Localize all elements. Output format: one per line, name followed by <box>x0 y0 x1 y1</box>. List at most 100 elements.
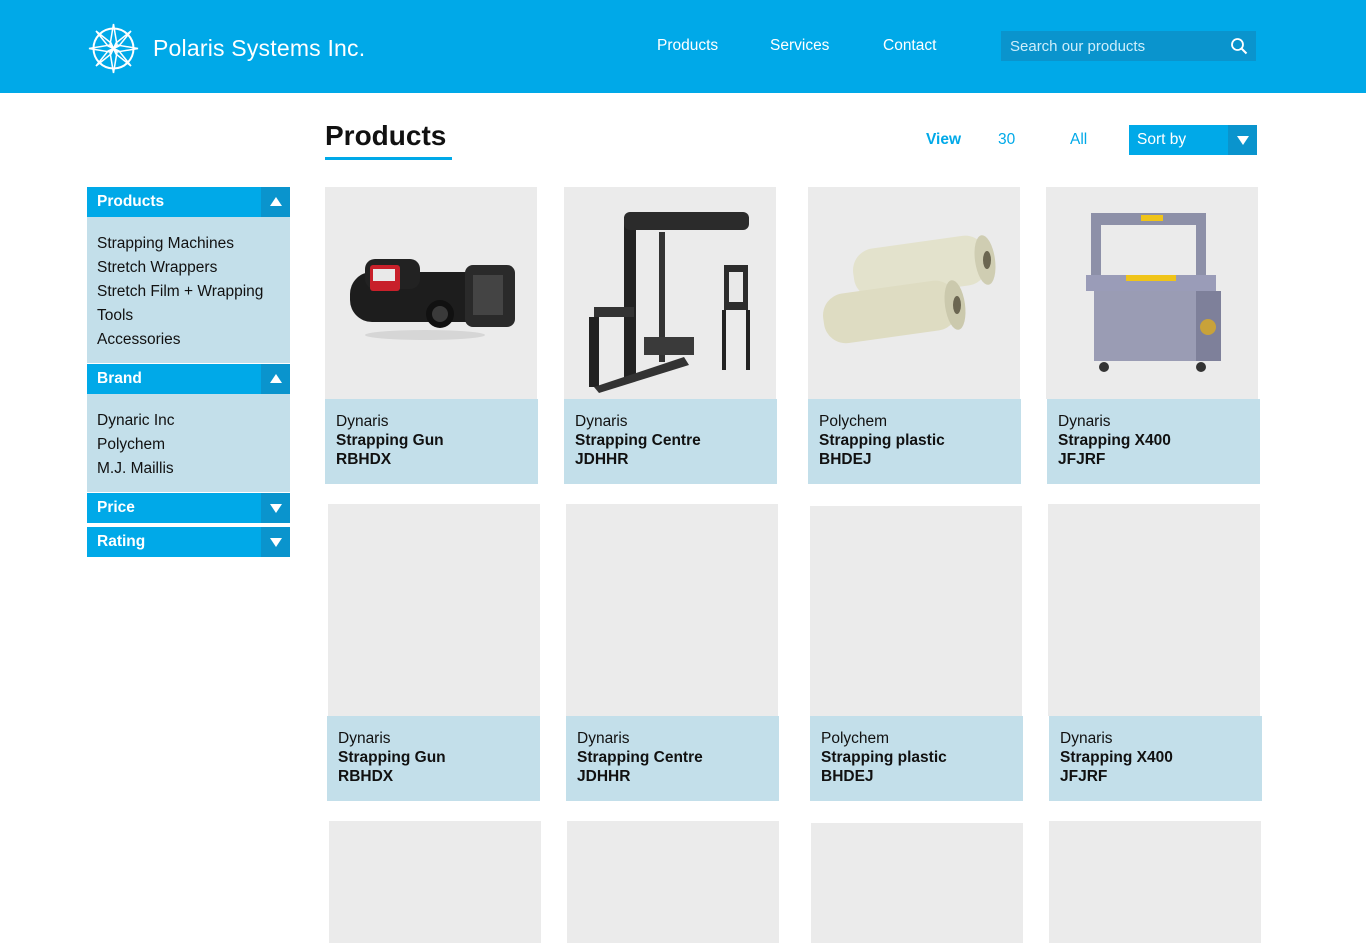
view-label: View <box>926 131 962 148</box>
nav-contact[interactable]: Contact <box>883 37 936 55</box>
search-input[interactable] <box>1001 31 1225 61</box>
product-image-placeholder[interactable] <box>328 504 540 716</box>
product-code: BHDEJ <box>819 451 872 468</box>
filter-item-accessories[interactable]: Accessories <box>97 331 181 349</box>
product-code: JDHHR <box>577 768 631 785</box>
product-brand: Dynaris <box>1060 730 1113 747</box>
product-image-placeholder[interactable] <box>1048 504 1260 716</box>
filter-item-stretch-wrappers[interactable]: Stretch Wrappers <box>97 259 217 277</box>
product-card[interactable]: Polychem Strapping plastic BHDEJ <box>810 504 1023 801</box>
filter-header-label: Brand <box>97 370 142 387</box>
filter-list-brand: Dynaric Inc Polychem M.J. Maillis <box>87 394 290 492</box>
product-code: JFJRF <box>1058 451 1106 468</box>
page-title: Products <box>325 120 447 151</box>
product-info: Polychem Strapping plastic BHDEJ <box>810 716 1023 801</box>
product-card[interactable]: Dynaris Strapping X400 JFJRF <box>1046 187 1260 484</box>
product-image-placeholder[interactable] <box>810 506 1022 716</box>
product-image-placeholder[interactable] <box>566 504 778 716</box>
product-brand: Polychem <box>821 730 890 747</box>
product-code: BHDEJ <box>821 768 874 785</box>
product-name[interactable]: Strapping Gun <box>336 432 444 450</box>
title-underline <box>325 157 452 160</box>
product-name[interactable]: Strapping Centre <box>577 749 703 767</box>
product-card[interactable]: Dynaris Strapping X400 JFJRF <box>1048 504 1262 801</box>
filter-header-label: Rating <box>97 533 146 550</box>
chevron-up-icon <box>270 197 282 206</box>
product-card-placeholder[interactable] <box>811 823 1023 943</box>
chevron-up-icon <box>270 374 282 383</box>
filter-item-maillis[interactable]: M.J. Maillis <box>97 460 174 478</box>
product-info: Dynaris Strapping Gun RBHDX <box>327 716 540 801</box>
product-info: Dynaris Strapping Centre JDHHR <box>566 716 779 801</box>
search-icon[interactable] <box>1230 37 1248 55</box>
search-box <box>1001 31 1256 61</box>
product-info: Dynaris Strapping X400 JFJRF <box>1049 716 1262 801</box>
product-card[interactable]: Dynaris Strapping Centre JDHHR <box>566 504 779 801</box>
nav-products[interactable]: Products <box>657 37 718 55</box>
strapping-machine-image <box>1086 213 1221 372</box>
product-name[interactable]: Strapping plastic <box>821 749 947 767</box>
sort-dropdown[interactable]: Sort by <box>1129 125 1257 155</box>
product-name[interactable]: Strapping Gun <box>338 749 446 767</box>
product-image[interactable] <box>564 187 776 399</box>
product-info: Dynaris Strapping Gun RBHDX <box>325 399 538 484</box>
filter-header-brand[interactable]: Brand <box>87 364 290 394</box>
product-card-placeholder[interactable] <box>329 821 541 943</box>
product-brand: Dynaris <box>575 413 628 430</box>
product-info: Dynaris Strapping Centre JDHHR <box>564 399 777 484</box>
brand-name[interactable]: Polaris Systems Inc. <box>153 35 365 62</box>
stretch-wrapper-image <box>589 212 750 393</box>
product-name[interactable]: Strapping Centre <box>575 432 701 450</box>
collapse-toggle[interactable] <box>261 364 290 394</box>
expand-toggle[interactable] <box>261 493 290 523</box>
product-image[interactable] <box>808 187 1020 399</box>
product-code: JDHHR <box>575 451 629 468</box>
product-brand: Polychem <box>819 413 888 430</box>
film-rolls-image <box>823 235 996 344</box>
chevron-down-icon <box>1237 136 1249 145</box>
filter-item-stretch-film[interactable]: Stretch Film + Wrapping <box>97 283 263 301</box>
filter-header-products[interactable]: Products <box>87 187 290 217</box>
product-card-placeholder[interactable] <box>1049 821 1261 943</box>
filter-item-tools[interactable]: Tools <box>97 307 133 325</box>
strapping-gun-image <box>350 259 515 340</box>
product-brand: Dynaris <box>336 413 389 430</box>
expand-toggle[interactable] <box>261 527 290 557</box>
compass-logo-icon[interactable] <box>87 22 140 75</box>
filter-header-price[interactable]: Price <box>87 493 290 523</box>
collapse-toggle[interactable] <box>261 187 290 217</box>
filter-header-label: Products <box>97 193 165 210</box>
product-info: Dynaris Strapping X400 JFJRF <box>1047 399 1260 484</box>
product-code: RBHDX <box>338 768 394 785</box>
filter-list-products: Strapping Machines Stretch Wrappers Stre… <box>87 217 290 363</box>
product-card-placeholder[interactable] <box>567 821 779 943</box>
sort-label: Sort by <box>1137 131 1187 148</box>
chevron-down-icon <box>270 504 282 513</box>
product-brand: Dynaris <box>1058 413 1111 430</box>
product-name[interactable]: Strapping X400 <box>1060 749 1173 767</box>
product-card[interactable]: Dynaris Strapping Centre JDHHR <box>564 187 777 484</box>
filter-header-label: Price <box>97 499 135 516</box>
product-image[interactable] <box>1046 187 1258 399</box>
product-card[interactable]: Dynaris Strapping Gun RBHDX <box>327 504 540 801</box>
view-option-all[interactable]: All <box>1070 131 1087 149</box>
product-code: JFJRF <box>1060 768 1108 785</box>
filter-item-dynaric[interactable]: Dynaric Inc <box>97 412 175 430</box>
filter-item-strapping-machines[interactable]: Strapping Machines <box>97 235 234 253</box>
sort-arrow <box>1228 125 1257 155</box>
filter-header-rating[interactable]: Rating <box>87 527 290 557</box>
chevron-down-icon <box>270 538 282 547</box>
product-brand: Dynaris <box>338 730 391 747</box>
site-header: Polaris Systems Inc. Products Services C… <box>0 0 1366 93</box>
product-info: Polychem Strapping plastic BHDEJ <box>808 399 1021 484</box>
filter-item-polychem[interactable]: Polychem <box>97 436 165 454</box>
product-card[interactable]: Dynaris Strapping Gun RBHDX <box>325 187 538 484</box>
product-name[interactable]: Strapping plastic <box>819 432 945 450</box>
product-brand: Dynaris <box>577 730 630 747</box>
product-code: RBHDX <box>336 451 392 468</box>
view-option-30[interactable]: 30 <box>998 131 1015 149</box>
nav-services[interactable]: Services <box>770 37 829 55</box>
product-card[interactable]: Polychem Strapping plastic BHDEJ <box>808 187 1021 484</box>
product-image[interactable] <box>325 187 537 399</box>
product-name[interactable]: Strapping X400 <box>1058 432 1171 450</box>
